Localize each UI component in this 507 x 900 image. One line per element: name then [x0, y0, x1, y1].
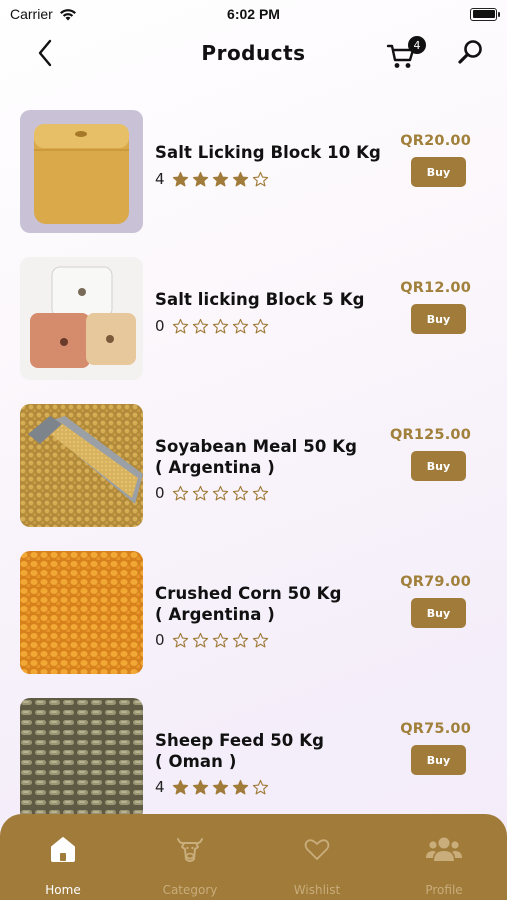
star-empty-icon [232, 318, 248, 333]
tab-wishlist[interactable]: Wishlist [254, 814, 380, 900]
product-price: QR125.00 [389, 427, 471, 443]
battery-icon [470, 7, 500, 21]
star-rating [172, 318, 269, 335]
star-empty-icon [172, 632, 188, 647]
star-empty-icon [212, 632, 228, 647]
star-filled-icon [192, 171, 208, 186]
product-image [20, 404, 143, 527]
wifi-icon [59, 8, 76, 20]
product-rating: 0 [155, 631, 269, 649]
star-filled-icon [232, 171, 248, 186]
tab-home[interactable]: Home [0, 814, 126, 900]
product-name: Salt Licking Block 10 Kg [155, 143, 381, 162]
search-button[interactable] [456, 38, 486, 68]
product-name: Crushed Corn 50 Kg ( Argentina ) [155, 584, 342, 624]
tab-profile[interactable]: Profile [381, 814, 507, 900]
heart-icon [304, 839, 330, 860]
product-rating: 4 [155, 170, 269, 188]
people-icon [426, 837, 462, 861]
product-item[interactable]: Soyabean Meal 50 Kg ( Argentina ) 0 QR12… [0, 402, 507, 530]
star-empty-icon [252, 318, 268, 333]
star-rating [172, 779, 269, 796]
rating-value: 0 [155, 317, 165, 335]
rating-value: 0 [155, 484, 165, 502]
product-name: Salt licking Block 5 Kg [155, 290, 365, 309]
product-rating: 4 [155, 778, 269, 796]
product-item[interactable]: Sheep Feed 50 Kg ( Oman ) 4 QR75.00 Buy [0, 696, 507, 824]
star-rating [172, 171, 269, 188]
product-item[interactable]: Salt Licking Block 10 Kg 4 QR20.00 Buy [0, 108, 507, 236]
product-price: QR75.00 [400, 721, 471, 737]
cart-badge: 4 [408, 36, 426, 54]
star-empty-icon [172, 318, 188, 333]
product-image [20, 551, 143, 674]
tab-label: Home [45, 883, 81, 897]
star-empty-icon [192, 632, 208, 647]
star-filled-icon [192, 779, 208, 794]
search-icon [458, 40, 482, 64]
back-button[interactable] [30, 38, 60, 68]
cart-button[interactable]: 4 [386, 36, 426, 70]
buy-button[interactable]: Buy [411, 745, 466, 775]
star-filled-icon [172, 779, 188, 794]
tab-label: Profile [425, 883, 463, 897]
buy-button[interactable]: Buy [411, 157, 466, 187]
star-empty-icon [252, 632, 268, 647]
star-rating [172, 485, 269, 502]
page-title: Products [201, 41, 306, 65]
rating-value: 4 [155, 778, 165, 796]
star-empty-icon [252, 171, 268, 186]
star-empty-icon [172, 485, 188, 500]
star-empty-icon [212, 318, 228, 333]
tab-label: Category [162, 883, 218, 897]
star-rating [172, 632, 269, 649]
product-image [20, 110, 143, 233]
rating-value: 4 [155, 170, 165, 188]
cow-icon [177, 838, 203, 862]
header: Products 4 [0, 28, 507, 78]
buy-button[interactable]: Buy [411, 451, 466, 481]
buy-button[interactable]: Buy [411, 598, 466, 628]
rating-value: 0 [155, 631, 165, 649]
product-rating: 0 [155, 317, 269, 335]
star-empty-icon [212, 485, 228, 500]
bottom-tab-bar: Home Category Wishlist Profile [0, 814, 507, 900]
status-left: Carrier [10, 6, 77, 22]
product-item[interactable]: Salt licking Block 5 Kg 0 QR12.00 Buy [0, 255, 507, 383]
product-rating: 0 [155, 484, 269, 502]
product-price: QR79.00 [400, 574, 471, 590]
chevron-left-icon [38, 39, 52, 67]
product-name: Sheep Feed 50 Kg ( Oman ) [155, 731, 325, 771]
product-price: QR20.00 [400, 133, 471, 149]
star-filled-icon [232, 779, 248, 794]
tab-category[interactable]: Category [127, 814, 253, 900]
product-price: QR12.00 [400, 280, 471, 296]
star-empty-icon [192, 485, 208, 500]
star-empty-icon [252, 485, 268, 500]
carrier-label: Carrier [10, 6, 53, 22]
home-icon [51, 837, 75, 862]
star-empty-icon [232, 485, 248, 500]
star-filled-icon [172, 171, 188, 186]
star-filled-icon [212, 779, 228, 794]
product-name: Soyabean Meal 50 Kg ( Argentina ) [155, 437, 358, 477]
star-empty-icon [252, 779, 268, 794]
product-item[interactable]: Crushed Corn 50 Kg ( Argentina ) 0 QR79.… [0, 549, 507, 677]
star-empty-icon [192, 318, 208, 333]
product-image [20, 257, 143, 380]
product-image [20, 698, 143, 821]
buy-button[interactable]: Buy [411, 304, 466, 334]
status-bar: Carrier 6:02 PM [0, 0, 507, 28]
tab-label: Wishlist [293, 883, 341, 897]
star-filled-icon [212, 171, 228, 186]
star-empty-icon [232, 632, 248, 647]
